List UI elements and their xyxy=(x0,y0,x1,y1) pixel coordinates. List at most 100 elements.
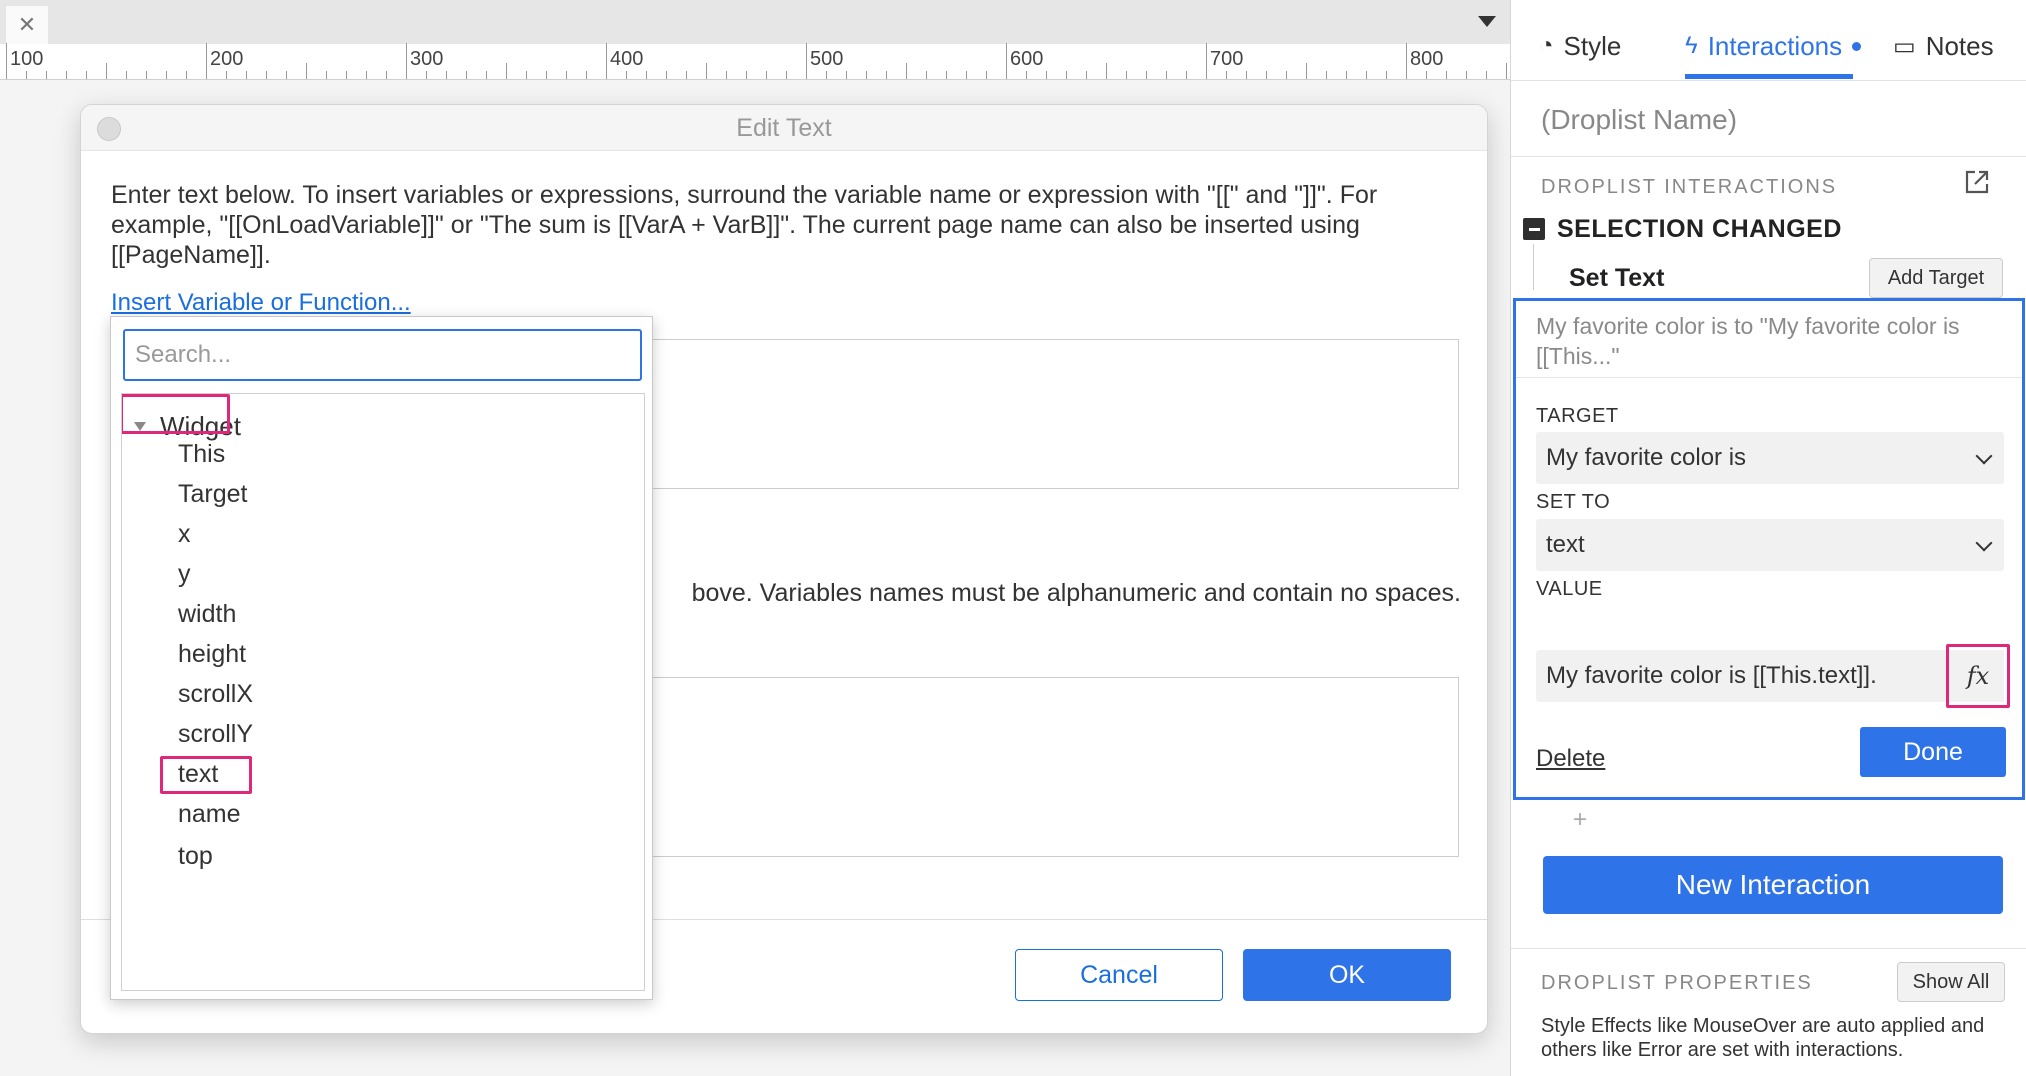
tree-item-top[interactable]: top xyxy=(178,834,213,878)
tree-item-width[interactable]: width xyxy=(178,592,236,636)
action-label[interactable]: Set Text xyxy=(1569,264,1664,293)
close-icon: ✕ xyxy=(17,12,37,37)
ruler-tick xyxy=(1406,43,1407,79)
done-button[interactable]: Done xyxy=(1860,727,2006,777)
ruler-tick xyxy=(66,71,67,79)
value-input[interactable]: My favorite color is [[This.text]]. xyxy=(1536,650,1952,702)
new-interaction-button[interactable]: New Interaction xyxy=(1543,856,2003,914)
close-tab-button[interactable]: ✕ xyxy=(6,6,48,44)
delete-link[interactable]: Delete xyxy=(1536,745,1605,773)
ruler-tick xyxy=(186,71,187,79)
cancel-button[interactable]: Cancel xyxy=(1015,949,1223,1001)
divider xyxy=(1516,377,2022,378)
ruler-tick xyxy=(766,71,767,79)
ruler-tick xyxy=(1146,71,1147,79)
set-to-label: SET TO xyxy=(1536,491,1611,513)
ruler-tick xyxy=(1286,71,1287,79)
ruler-tick xyxy=(1106,63,1107,79)
ruler-tick xyxy=(866,71,867,79)
inspector-panel: ◔ Style ϟ Interactions ▭ Notes (Droplist… xyxy=(1510,0,2026,1076)
ruler-tick xyxy=(1246,71,1247,79)
tree-item-scrolly[interactable]: scrollY xyxy=(178,712,253,756)
ruler-tick xyxy=(886,71,887,79)
ruler-tick xyxy=(46,71,47,79)
ruler-tick xyxy=(1126,71,1127,79)
ruler-tick xyxy=(486,71,487,79)
ruler-tick xyxy=(726,71,727,79)
widget-name-field[interactable]: (Droplist Name) xyxy=(1541,104,1737,136)
ruler-tick xyxy=(326,71,327,79)
ruler-tick xyxy=(786,71,787,79)
ruler-tick xyxy=(106,63,107,79)
ruler-tick xyxy=(166,71,167,79)
tree-item-x[interactable]: x xyxy=(178,512,191,556)
ruler-tick xyxy=(646,71,647,79)
ruler-tick xyxy=(846,71,847,79)
collapse-event-icon[interactable] xyxy=(1523,218,1545,240)
tree-item-this[interactable]: This xyxy=(178,432,225,476)
ok-button[interactable]: OK xyxy=(1243,949,1451,1001)
ruler-tick xyxy=(1446,71,1447,79)
ruler-tick xyxy=(906,63,907,79)
tab-style[interactable]: ◔ Style xyxy=(1539,26,1621,66)
ruler-tick xyxy=(1186,71,1187,79)
ruler-tick xyxy=(806,43,807,79)
tab-interactions[interactable]: ϟ Interactions xyxy=(1685,26,1862,66)
ruler-tick xyxy=(1506,63,1507,79)
ruler-tick xyxy=(26,71,27,79)
dialog-title: Edit Text xyxy=(736,114,832,142)
set-to-select[interactable]: text xyxy=(1536,519,2004,571)
ruler-tick xyxy=(826,71,827,79)
ruler-tick xyxy=(1226,71,1227,79)
ruler-tick xyxy=(466,71,467,79)
ruler-tick xyxy=(1426,71,1427,79)
ruler-tick xyxy=(546,71,547,79)
tree-item-height[interactable]: height xyxy=(178,632,246,676)
popup-search-input[interactable] xyxy=(123,329,642,381)
tree-item-name[interactable]: name xyxy=(178,792,241,836)
ruler-label: 200 xyxy=(210,48,244,70)
ruler-tick xyxy=(1266,71,1267,79)
ruler-tick xyxy=(566,71,567,79)
insert-variable-link[interactable]: Insert Variable or Function... xyxy=(111,289,411,317)
ruler-label: 500 xyxy=(810,48,844,70)
ruler-label: 300 xyxy=(410,48,444,70)
ruler-label: 400 xyxy=(610,48,644,70)
ruler-tick xyxy=(266,71,267,79)
show-all-button[interactable]: Show All xyxy=(1897,962,2005,1002)
ruler-tick xyxy=(126,71,127,79)
ruler-tick xyxy=(1166,71,1167,79)
ruler-tick xyxy=(1306,63,1307,79)
add-action-plus-icon[interactable]: + xyxy=(1573,806,1587,834)
ruler-tick xyxy=(506,63,507,79)
target-value: My favorite color is xyxy=(1546,444,1747,471)
divider xyxy=(1511,948,2026,949)
fx-button-highlight xyxy=(1946,644,2010,708)
ruler-tick xyxy=(966,71,967,79)
target-select[interactable]: My favorite color is xyxy=(1536,432,2004,484)
ruler-tick xyxy=(946,71,947,79)
ruler-tick xyxy=(1046,71,1047,79)
add-target-button[interactable]: Add Target xyxy=(1869,258,2003,298)
tab-overflow-chevron-icon[interactable] xyxy=(1478,16,1496,27)
set-to-value: text xyxy=(1546,531,1585,558)
ruler-tick xyxy=(706,63,707,79)
properties-section-header: DROPLIST PROPERTIES xyxy=(1541,972,1813,994)
ruler-tick xyxy=(1486,71,1487,79)
ruler-tick xyxy=(446,71,447,79)
ruler-tick xyxy=(1006,43,1007,79)
open-external-icon[interactable] xyxy=(1963,168,1991,196)
ruler-tick xyxy=(986,71,987,79)
tree-item-target[interactable]: Target xyxy=(178,472,247,516)
event-label[interactable]: SELECTION CHANGED xyxy=(1557,215,1842,244)
tree-item-scrollx[interactable]: scrollX xyxy=(178,672,253,716)
tab-label: Notes xyxy=(1925,30,1994,61)
notes-icon: ▭ xyxy=(1893,32,1916,60)
ruler-tick xyxy=(386,71,387,79)
ruler-tick xyxy=(206,43,207,79)
ruler-tick xyxy=(406,43,407,79)
ruler-tick xyxy=(426,71,427,79)
ruler-tick xyxy=(1026,71,1027,79)
tree-item-y[interactable]: y xyxy=(178,552,191,596)
tab-notes[interactable]: ▭ Notes xyxy=(1893,26,1994,66)
